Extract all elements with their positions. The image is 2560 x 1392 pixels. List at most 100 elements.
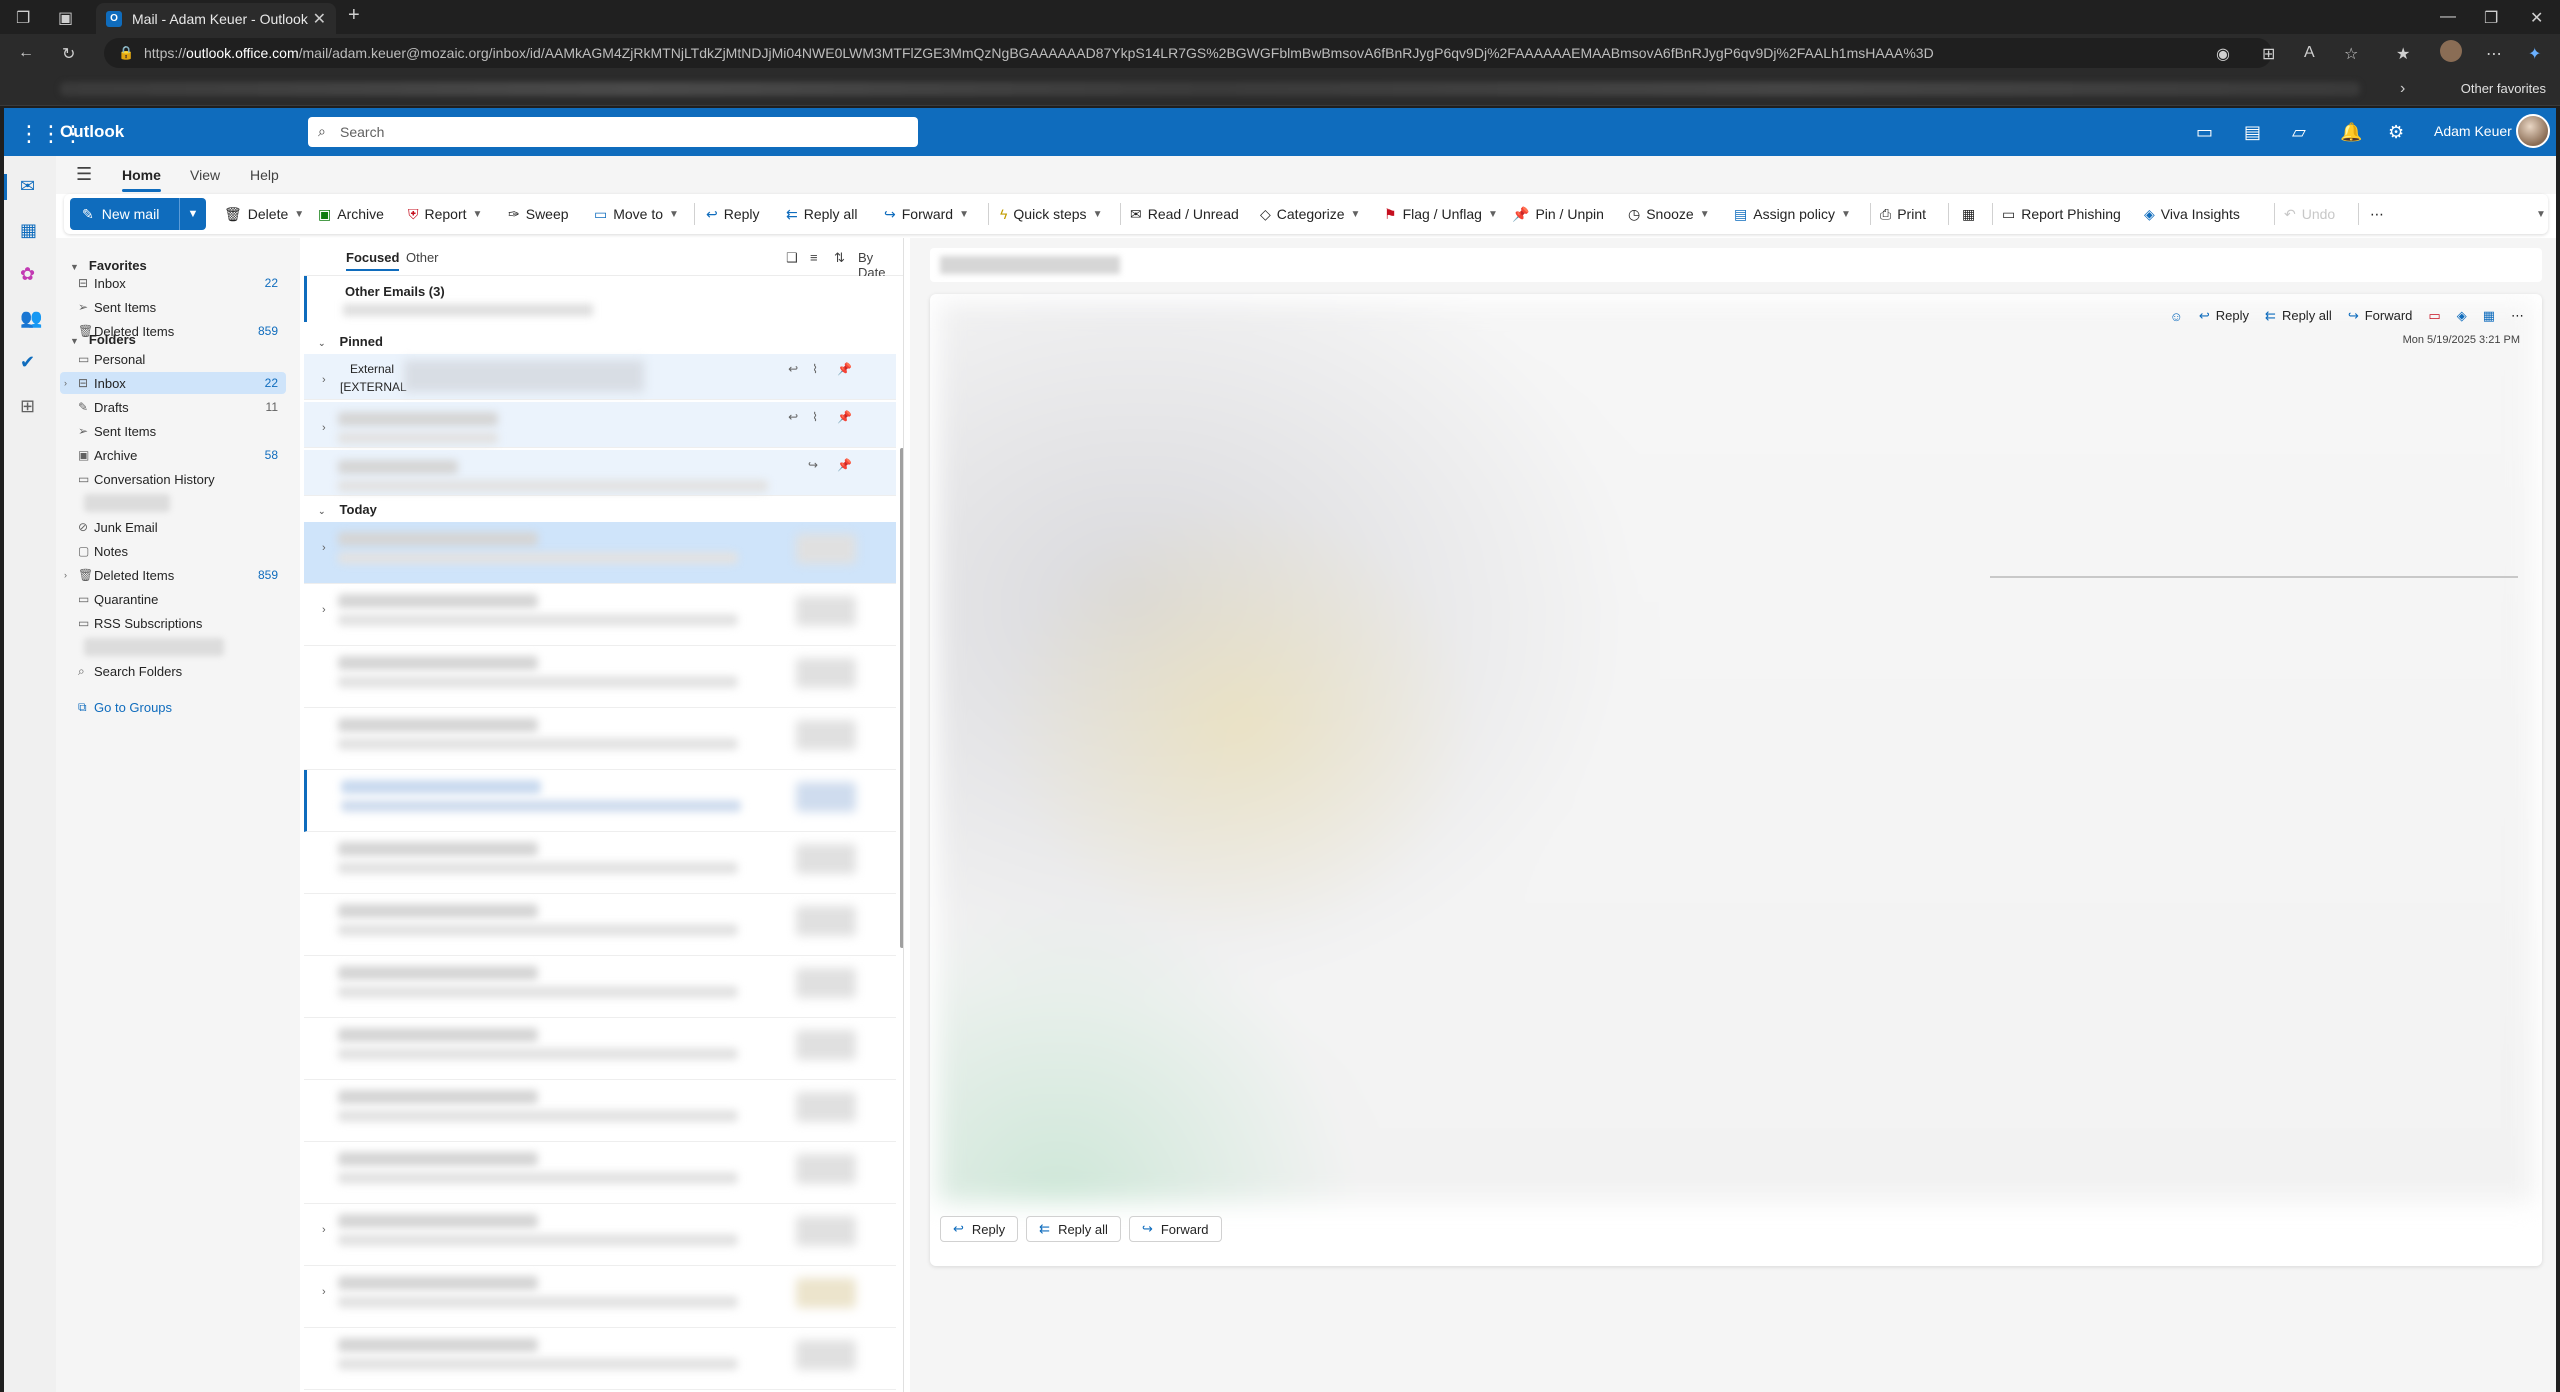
folder-quarantine[interactable]: ▭ Quarantine [60, 588, 286, 610]
list-item[interactable] [304, 1328, 896, 1390]
folder-rss-subscriptions[interactable]: ▭ RSS Subscriptions [60, 612, 286, 634]
feedback-icon[interactable]: ▱ [2292, 122, 2306, 143]
folder-search-folders[interactable]: ⌕ Search Folders [60, 660, 286, 682]
avatar[interactable] [2516, 114, 2550, 148]
folder-personal[interactable]: ▭ Personal [60, 348, 286, 370]
folder-archive[interactable]: ▣ Archive 58 [60, 444, 286, 466]
favorite-inbox[interactable]: ⊟ Inbox 22 [60, 272, 286, 294]
calendar-icon[interactable]: ▦ [20, 220, 42, 242]
settings-gear-icon[interactable]: ⚙ [2388, 122, 2404, 143]
list-item[interactable] [304, 956, 896, 1018]
chevron-down-icon[interactable]: ▼ [1093, 209, 1103, 220]
chevron-down-icon[interactable]: ▼ [669, 209, 679, 220]
copilot-icon[interactable]: ✦ [2528, 44, 2541, 64]
other-favorites[interactable]: Other favorites [2461, 81, 2546, 96]
tab-view[interactable]: View [190, 167, 220, 183]
message-list-scrollbar[interactable] [900, 448, 903, 948]
forward-button[interactable]: ↪ Forward ▼ [884, 202, 969, 226]
teams-chat-icon[interactable]: ▭ [2196, 122, 2213, 143]
chevron-right-icon[interactable]: › [322, 542, 326, 554]
list-item[interactable] [304, 832, 896, 894]
emoji-reaction-icon[interactable]: ☺ [2170, 309, 2183, 324]
pin-icon[interactable]: 📌 [837, 362, 852, 376]
list-item[interactable]: › [304, 1266, 896, 1328]
print-button[interactable]: ⎙ Print [1880, 202, 1926, 226]
chevron-down-icon[interactable]: ▼ [959, 209, 969, 220]
viva-insights-button[interactable]: ◈ Viva Insights [2144, 202, 2240, 226]
immersive-reader-button[interactable]: ▦ [1962, 202, 1981, 226]
more-options-button[interactable]: ⋯ [2370, 202, 2390, 226]
close-tab-icon[interactable]: ✕ [313, 9, 326, 29]
pin-icon[interactable]: 📌 [837, 458, 852, 472]
filter-icon[interactable]: ≡ [810, 250, 818, 265]
favorite-star-icon[interactable]: ☆ [2344, 44, 2358, 64]
teams-share-icon[interactable]: ▭ [2428, 308, 2440, 324]
list-item[interactable] [304, 1018, 896, 1080]
chevron-right-icon[interactable]: › [322, 604, 326, 616]
search-box[interactable]: ⌕ Search [308, 117, 918, 147]
bottom-reply-all-button[interactable]: ⇇ Reply all [1026, 1216, 1121, 1242]
workspaces-icon[interactable]: ❐ [16, 8, 30, 28]
chevron-right-icon[interactable]: › [322, 374, 326, 386]
viva-icon[interactable]: ◈ [2457, 308, 2467, 324]
hamburger-menu-icon[interactable]: ☰ [76, 164, 92, 185]
folder-deleted-items[interactable]: › 🗑 Deleted Items 859 [60, 564, 286, 586]
tab-focused[interactable]: Focused [346, 250, 400, 271]
folders-header[interactable]: ▼ Folders [70, 332, 136, 347]
chevron-right-icon[interactable]: › [64, 570, 67, 580]
read-aloud-icon[interactable]: A [2304, 44, 2315, 62]
move-to-button[interactable]: ▭ Move to ▼ [594, 202, 679, 226]
list-item[interactable] [304, 1080, 896, 1142]
bottom-forward-button[interactable]: ↪ Forward [1128, 1216, 1222, 1242]
undo-button[interactable]: ↶ Undo [2284, 202, 2335, 226]
back-icon[interactable]: ← [18, 44, 34, 62]
chevron-down-icon[interactable]: ▼ [473, 209, 483, 220]
new-mail-dropdown[interactable]: ▼ [180, 208, 206, 220]
categorize-button[interactable]: ◇ Categorize ▼ [1260, 202, 1360, 226]
chevron-down-icon[interactable]: ▼ [1350, 209, 1360, 220]
go-to-groups-link[interactable]: ⧉ Go to Groups [60, 696, 286, 718]
assign-policy-button[interactable]: ▤ Assign policy ▼ [1734, 202, 1851, 226]
todo-check-icon[interactable]: ✔ [20, 352, 42, 374]
list-item[interactable]: › [304, 522, 896, 584]
list-item[interactable] [304, 770, 896, 832]
chevron-down-icon[interactable]: ▼ [1700, 209, 1710, 220]
list-item[interactable]: › [304, 1204, 896, 1266]
new-tab-icon[interactable]: + [348, 4, 360, 27]
more-apps-icon[interactable]: ⊞ [20, 396, 42, 418]
tab-other[interactable]: Other [406, 250, 439, 265]
pinned-message[interactable]: › ↩⌇ 📌 [304, 402, 896, 448]
list-item[interactable] [304, 1142, 896, 1204]
pinned-message[interactable]: › External [EXTERNAL ↩⌇ 📌 [304, 354, 896, 400]
favorites-icon[interactable]: ★ [2396, 44, 2410, 64]
redacted-folder[interactable] [84, 494, 170, 512]
notifications-icon[interactable]: 🔔 [2340, 122, 2362, 143]
tab-help[interactable]: Help [250, 167, 279, 183]
list-item[interactable] [304, 894, 896, 956]
copilot-rail-icon[interactable]: ✿ [20, 264, 42, 286]
favorite-sent-items[interactable]: ➢ Sent Items [60, 296, 286, 318]
folder-conversation-history[interactable]: ▭ Conversation History [60, 468, 286, 490]
quick-steps-button[interactable]: ϟ Quick steps ▼ [1000, 202, 1102, 226]
list-item[interactable] [304, 646, 896, 708]
folder-junk-email[interactable]: ⊘ Junk Email [60, 516, 286, 538]
list-item[interactable]: › [304, 584, 896, 646]
restore-window-icon[interactable]: ❐ [2484, 8, 2498, 28]
chevron-right-icon[interactable]: › [2400, 80, 2405, 98]
chevron-right-icon[interactable]: › [322, 1286, 326, 1298]
folder-sent-items[interactable]: ➢ Sent Items [60, 420, 286, 442]
chevron-right-icon[interactable]: › [64, 378, 67, 388]
settings-more-icon[interactable]: ⋯ [2486, 44, 2502, 64]
sort-icon[interactable]: ⇅ [834, 250, 845, 266]
message-forward-button[interactable]: ↪ Forward [2348, 308, 2413, 324]
people-icon[interactable]: 👥 [20, 308, 42, 330]
more-dots-icon[interactable]: ⋯ [2511, 308, 2524, 324]
new-mail-button[interactable]: ✎ New mail ▼ [70, 198, 206, 230]
delete-button[interactable]: 🗑 Delete ▼ [224, 202, 304, 226]
folder-inbox[interactable]: › ⊟ Inbox 22 [60, 372, 286, 394]
select-mode-icon[interactable]: ❑ [786, 250, 798, 266]
message-reply-all-button[interactable]: ⇇ Reply all [2265, 308, 2332, 324]
flag-unflag-button[interactable]: ⚑ Flag / Unflag ▼ [1384, 202, 1498, 226]
user-name[interactable]: Adam Keuer [2434, 123, 2512, 139]
address-bar[interactable]: 🔒 https://outlook.office.com/mail/adam.k… [104, 38, 2272, 68]
